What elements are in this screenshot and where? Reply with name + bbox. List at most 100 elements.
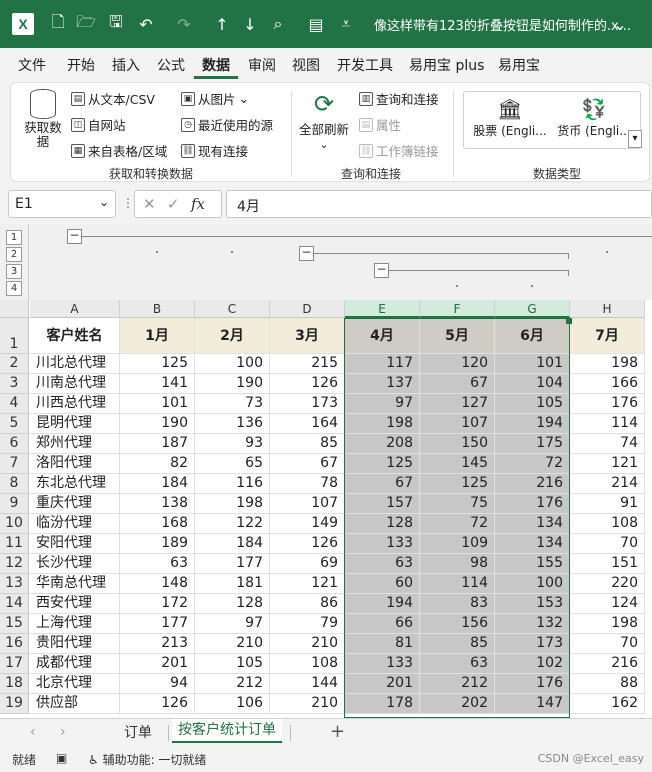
value-cell[interactable]: 172 [120, 594, 195, 614]
value-cell[interactable]: 177 [120, 614, 195, 634]
value-cell[interactable]: 177 [195, 554, 270, 574]
from-web-button[interactable]: ◫ 自网站 [71, 115, 126, 134]
value-cell[interactable]: 79 [270, 614, 345, 634]
refresh-all-button[interactable]: ⟳ 全部刷新 ⌄ [297, 89, 351, 155]
row-header[interactable]: 5 [0, 414, 29, 434]
customize-toolbar-icon[interactable]: ⩡ [336, 14, 356, 34]
value-cell[interactable]: 212 [195, 674, 270, 694]
outline-level-1-button[interactable]: 1 [6, 230, 22, 245]
fill-handle[interactable] [566, 318, 572, 324]
value-cell[interactable]: 138 [120, 494, 195, 514]
value-cell[interactable]: 198 [570, 614, 645, 634]
value-cell[interactable]: 125 [120, 354, 195, 374]
value-cell[interactable]: 151 [570, 554, 645, 574]
value-cell[interactable]: 106 [195, 694, 270, 714]
customer-name-cell[interactable]: 供应部 [30, 694, 120, 714]
row-header[interactable]: 2 [0, 354, 29, 374]
value-cell[interactable]: 168 [120, 514, 195, 534]
value-cell[interactable]: 82 [120, 454, 195, 474]
add-sheet-icon[interactable]: + [330, 721, 345, 742]
row-header[interactable]: 16 [0, 634, 29, 654]
value-cell[interactable]: 181 [195, 574, 270, 594]
customer-name-cell[interactable]: 川北总代理 [30, 354, 120, 374]
header-cell[interactable]: 7月 [570, 318, 645, 354]
customer-name-cell[interactable]: 长沙代理 [30, 554, 120, 574]
header-cell[interactable]: 3月 [270, 318, 345, 354]
value-cell[interactable]: 124 [570, 594, 645, 614]
from-table-button[interactable]: ▦ 来自表格/区域 [71, 141, 167, 160]
existing-connections-button[interactable]: ⛓ 现有连接 [181, 141, 248, 160]
column-header-h[interactable]: H [570, 300, 645, 318]
collapse-level-2-button[interactable]: − [299, 246, 314, 261]
value-cell[interactable]: 210 [270, 634, 345, 654]
collapse-level-1-button[interactable]: − [67, 229, 82, 244]
row-header[interactable]: 9 [0, 494, 29, 514]
row-header[interactable]: 3 [0, 374, 29, 394]
value-cell[interactable]: 126 [120, 694, 195, 714]
customer-name-cell[interactable]: 临汾代理 [30, 514, 120, 534]
tab-next-icon[interactable]: › [60, 724, 66, 740]
value-cell[interactable]: 162 [570, 694, 645, 714]
form-icon[interactable]: ▤ [306, 14, 326, 34]
value-cell[interactable]: 126 [270, 534, 345, 554]
value-cell[interactable]: 114 [570, 414, 645, 434]
value-cell[interactable]: 70 [570, 634, 645, 654]
value-cell[interactable]: 210 [270, 694, 345, 714]
formula-input[interactable]: 4月 [226, 190, 652, 218]
value-cell[interactable]: 73 [195, 394, 270, 414]
column-header-d[interactable]: D [270, 300, 345, 318]
value-cell[interactable]: 86 [270, 594, 345, 614]
menu-easytool[interactable]: 易用宝 [498, 55, 540, 75]
row-header[interactable]: 19 [0, 694, 29, 714]
value-cell[interactable]: 173 [270, 394, 345, 414]
customer-name-cell[interactable]: 贵阳代理 [30, 634, 120, 654]
properties-button[interactable]: ▤ 属性 [359, 115, 401, 134]
value-cell[interactable]: 213 [120, 634, 195, 654]
value-cell[interactable]: 190 [195, 374, 270, 394]
value-cell[interactable]: 108 [570, 514, 645, 534]
customer-name-cell[interactable]: 重庆代理 [30, 494, 120, 514]
row-header[interactable]: 6 [0, 434, 29, 454]
value-cell[interactable]: 136 [195, 414, 270, 434]
menu-file[interactable]: 文件 [18, 55, 46, 75]
currency-button[interactable]: 💱 货币 (Engli... [554, 96, 634, 139]
value-cell[interactable]: 210 [195, 634, 270, 654]
value-cell[interactable]: 122 [195, 514, 270, 534]
value-cell[interactable]: 94 [120, 674, 195, 694]
row-header[interactable]: 13 [0, 574, 29, 594]
column-header-e[interactable]: E [345, 300, 420, 318]
row-header[interactable]: 14 [0, 594, 29, 614]
sheet-tab-by-customer[interactable]: 按客户统计订单 [172, 719, 282, 743]
value-cell[interactable]: 190 [120, 414, 195, 434]
outline-level-4-button[interactable]: 4 [6, 281, 22, 296]
customer-name-cell[interactable]: 东北总代理 [30, 474, 120, 494]
value-cell[interactable]: 85 [270, 434, 345, 454]
insert-function-icon[interactable]: fx [191, 195, 205, 213]
menu-data[interactable]: 数据 [202, 55, 230, 75]
outline-level-2-button[interactable]: 2 [6, 247, 22, 262]
value-cell[interactable]: 220 [570, 574, 645, 594]
accessibility-status[interactable]: ♿ 辅助功能: 一切就绪 [88, 751, 206, 768]
from-picture-button[interactable]: ▣ 从图片 ⌄ [181, 89, 249, 108]
customer-name-cell[interactable]: 郑州代理 [30, 434, 120, 454]
column-header-g[interactable]: G [495, 300, 570, 318]
chevron-down-icon[interactable]: ⌄ [610, 14, 630, 34]
header-cell[interactable]: 客户姓名 [30, 318, 120, 354]
value-cell[interactable]: 63 [120, 554, 195, 574]
menu-home[interactable]: 开始 [67, 55, 95, 75]
value-cell[interactable]: 69 [270, 554, 345, 574]
value-cell[interactable]: 164 [270, 414, 345, 434]
value-cell[interactable]: 187 [120, 434, 195, 454]
value-cell[interactable]: 141 [120, 374, 195, 394]
customer-name-cell[interactable]: 上海代理 [30, 614, 120, 634]
outline-level-3-button[interactable]: 3 [6, 264, 22, 279]
value-cell[interactable]: 214 [570, 474, 645, 494]
column-header-f[interactable]: F [420, 300, 495, 318]
menu-formulas[interactable]: 公式 [157, 55, 185, 75]
workbook-links-button[interactable]: ⛓ 工作簿链接 [359, 141, 439, 160]
redo-icon[interactable]: ↷ [174, 14, 194, 34]
get-data-button[interactable]: 获取数 据 [21, 89, 65, 155]
row-header[interactable]: 10 [0, 514, 29, 534]
menu-review[interactable]: 审阅 [248, 55, 276, 75]
customer-name-cell[interactable]: 西安代理 [30, 594, 120, 614]
